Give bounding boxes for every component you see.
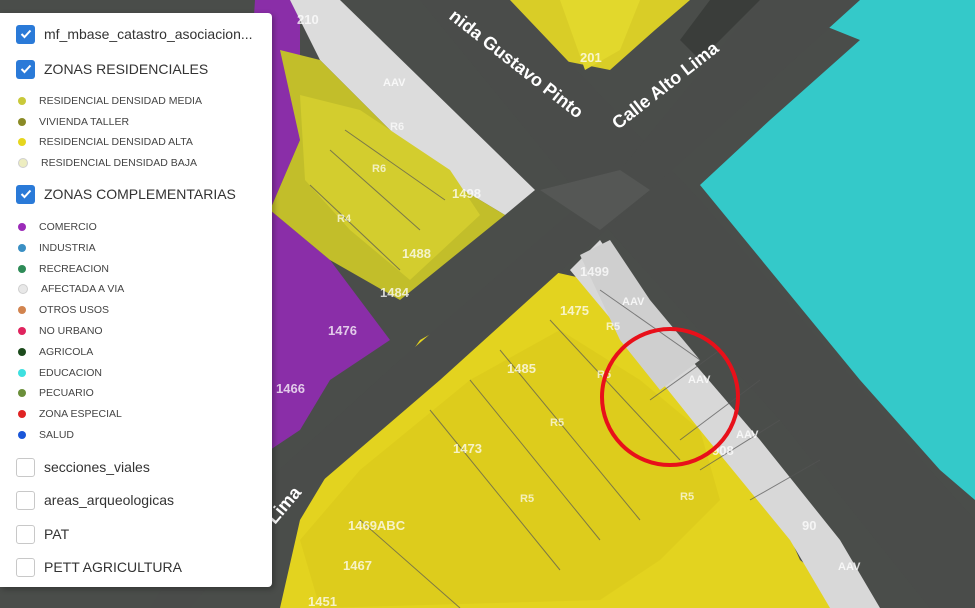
legend-item: RESIDENCIAL DENSIDAD ALTA	[18, 134, 193, 150]
legend-swatch-icon	[18, 368, 26, 377]
legend-swatch-icon	[18, 117, 26, 126]
layer-label: PETT AGRICULTURA	[44, 559, 182, 575]
layer-areas-arqueologicas-row[interactable]: areas_arqueologicas	[16, 489, 174, 511]
legend-item: COMERCIO	[18, 219, 97, 235]
legend-swatch-icon	[18, 264, 26, 273]
legend-item: SALUD	[18, 427, 74, 443]
parcel-number: 1466	[276, 381, 305, 396]
parcel-number: 1451	[308, 594, 337, 608]
legend-item: VIVIENDA TALLER	[18, 114, 129, 130]
layer-checkbox[interactable]	[16, 490, 35, 510]
legend-swatch-icon	[18, 284, 28, 295]
zone-code: AAV	[383, 77, 406, 89]
legend-swatch-icon	[18, 158, 28, 169]
legend-swatch-icon	[18, 431, 26, 439]
legend-item: OTROS USOS	[18, 302, 109, 318]
parcel-number: 1499	[580, 264, 609, 279]
layer-checkbox[interactable]	[16, 24, 35, 44]
parcel-number: 210	[297, 12, 319, 27]
legend-item-label: OTROS USOS	[39, 304, 110, 317]
parcel-number: 1467	[343, 558, 372, 573]
zone-code: R4	[337, 213, 352, 225]
legend-swatch-icon	[18, 389, 26, 398]
check-icon	[20, 29, 31, 39]
legend-swatch-icon	[18, 347, 26, 356]
legend-item: INDUSTRIA	[18, 240, 96, 256]
legend-swatch-icon	[18, 97, 26, 105]
layer-label: areas_arqueologicas	[44, 492, 174, 508]
layer-zonas-complementarias-row[interactable]: ZONAS COMPLEMENTARIAS	[16, 183, 236, 205]
layer-zonas-residenciales-row[interactable]: ZONAS RESIDENCIALES	[16, 58, 208, 80]
legend-item: EDUCACION	[18, 365, 102, 381]
legend-swatch-icon	[18, 410, 26, 419]
layer-checkbox[interactable]	[16, 524, 35, 544]
legend-swatch-icon	[18, 223, 26, 231]
layer-label: ZONAS COMPLEMENTARIAS	[44, 186, 236, 202]
layer-label: ZONAS RESIDENCIALES	[44, 61, 209, 77]
legend-item: AGRICOLA	[18, 344, 93, 360]
parcel-number: 201	[580, 50, 602, 65]
layer-label: mf_mbase_catastro_asociacion...	[44, 26, 253, 42]
layer-catastro-row[interactable]: mf_mbase_catastro_asociacion...	[16, 23, 253, 45]
parcel-number: 1484	[380, 285, 410, 300]
layer-checkbox[interactable]	[16, 557, 35, 577]
legend-item-label: RECREACION	[39, 262, 110, 275]
zone-code: AAV	[736, 429, 759, 441]
layer-label: PAT	[44, 526, 70, 542]
legend-item-label: SALUD	[39, 429, 75, 441]
layer-secciones-viales-row[interactable]: secciones_viales	[16, 456, 150, 478]
layer-pat-row[interactable]: PAT	[16, 523, 69, 545]
legend-item-label: RESIDENCIAL DENSIDAD BAJA	[41, 157, 197, 170]
layer-label: secciones_viales	[44, 459, 150, 475]
parcel-number: 1485	[507, 361, 536, 376]
legend-item: RECREACION	[18, 261, 109, 277]
parcel-number: 1469ABC	[348, 518, 406, 533]
zone-code: R5	[606, 321, 620, 333]
legend-item: NO URBANO	[18, 323, 103, 339]
legend-swatch-icon	[18, 138, 26, 147]
layer-checkbox[interactable]	[16, 59, 35, 79]
parcel-number: 90	[802, 518, 816, 533]
legend-item-label: EDUCACION	[39, 366, 103, 379]
zone-code: R5	[550, 417, 564, 429]
legend-swatch-icon	[18, 327, 26, 335]
zone-code: AAV	[688, 374, 711, 386]
legend-item: RESIDENCIAL DENSIDAD MEDIA	[18, 93, 202, 109]
legend-item: ZONA ESPECIAL	[18, 406, 122, 422]
legend-item-label: COMERCIO	[39, 221, 97, 233]
legend-item: PECUARIO	[18, 385, 94, 401]
layer-checkbox[interactable]	[16, 457, 35, 477]
layer-pett-agricultura-row[interactable]: PETT AGRICULTURA	[16, 556, 182, 578]
layer-checkbox[interactable]	[16, 184, 35, 204]
zone-code: R5	[520, 493, 534, 505]
legend-item: RESIDENCIAL DENSIDAD BAJA	[18, 155, 197, 171]
legend-item-label: NO URBANO	[39, 325, 103, 337]
zone-code: R5	[680, 491, 694, 503]
legend-item-label: PECUARIO	[39, 387, 94, 400]
check-icon	[20, 64, 31, 74]
legend-item-label: AFECTADA A VIA	[41, 283, 125, 296]
legend-panel: mf_mbase_catastro_asociacion... ZONAS RES…	[0, 13, 272, 587]
zone-code: AAV	[838, 561, 861, 573]
zone-code: AAV	[622, 296, 645, 308]
legend-swatch-icon	[18, 306, 26, 315]
legend-item-label: RESIDENCIAL DENSIDAD MEDIA	[39, 95, 202, 107]
legend-item: AFECTADA A VIA	[18, 281, 124, 297]
legend-swatch-icon	[18, 243, 26, 252]
check-icon	[20, 189, 31, 199]
legend-item-label: VIVIENDA TALLER	[39, 115, 130, 128]
legend-item-label: ZONA ESPECIAL	[39, 408, 122, 421]
parcel-number: 1473	[453, 441, 482, 456]
parcel-number: 1475	[560, 303, 589, 318]
parcel-number: 1498	[452, 186, 481, 201]
legend-item-label: AGRICOLA	[39, 345, 94, 358]
parcel-number: 1476	[328, 323, 357, 338]
legend-item-label: INDUSTRIA	[39, 241, 96, 254]
parcel-number: 1488	[402, 246, 431, 261]
legend-item-label: RESIDENCIAL DENSIDAD ALTA	[39, 136, 193, 149]
zone-code: R6	[372, 163, 386, 175]
zone-code: R6	[390, 121, 404, 133]
